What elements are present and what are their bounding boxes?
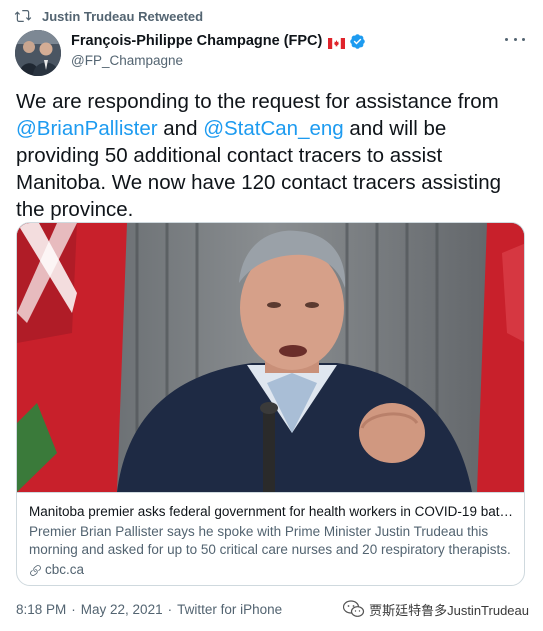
avatar[interactable] <box>15 30 61 76</box>
canada-flag-icon <box>328 36 346 49</box>
card-description: Premier Brian Pallister says he spoke wi… <box>29 524 511 557</box>
tweet-text-part: and <box>157 117 204 140</box>
card-domain[interactable]: cbc.ca <box>29 561 514 579</box>
card-domain-text[interactable]: cbc.ca <box>45 561 84 579</box>
watermark-text: 贾斯廷特鲁多JustinTrudeau <box>369 602 529 618</box>
author-name[interactable]: François-Philippe Champagne (FPC) <box>71 33 322 49</box>
retweet-indicator[interactable]: Justin Trudeau Retweeted <box>14 6 203 26</box>
dot <box>522 37 525 41</box>
tweet-time[interactable]: 8:18 PM <box>16 602 66 617</box>
author-handle[interactable]: @FP_Champagne <box>71 53 366 68</box>
retweet-label: Justin Trudeau Retweeted <box>42 8 204 24</box>
tweet-date[interactable]: May 22, 2021 <box>81 602 163 617</box>
dot <box>505 37 508 41</box>
tweet-text-part: We are responding to the request for ass… <box>16 90 499 113</box>
watermark: 贾斯廷特鲁多JustinTrudeau <box>342 596 529 622</box>
mention-link[interactable]: @StatCan_eng <box>203 117 344 140</box>
verified-badge-icon <box>349 33 366 50</box>
tweet-source[interactable]: Twitter for iPhone <box>177 602 282 617</box>
link-preview-card[interactable]: Manitoba premier asks federal government… <box>16 222 525 586</box>
tweet-author[interactable]: François-Philippe Champagne (FPC) @FP_Ch… <box>71 31 366 68</box>
card-image[interactable] <box>17 223 524 492</box>
separator: · <box>167 602 173 617</box>
wechat-icon <box>342 600 365 618</box>
separator: · <box>71 602 76 617</box>
mention-link[interactable]: @BrianPallister <box>16 117 158 140</box>
link-icon <box>29 564 42 577</box>
card-headline[interactable]: Manitoba premier asks federal government… <box>29 503 514 521</box>
retweet-icon <box>14 7 32 25</box>
more-options-icon[interactable] <box>505 32 525 46</box>
dot <box>513 37 517 41</box>
tweet-text: We are responding to the request for ass… <box>16 88 526 223</box>
card-meta[interactable]: Manitoba premier asks federal government… <box>17 492 524 585</box>
tweet-timestamp-row: 8:18 PM · May 22, 2021 · Twitter for iPh… <box>16 602 282 617</box>
